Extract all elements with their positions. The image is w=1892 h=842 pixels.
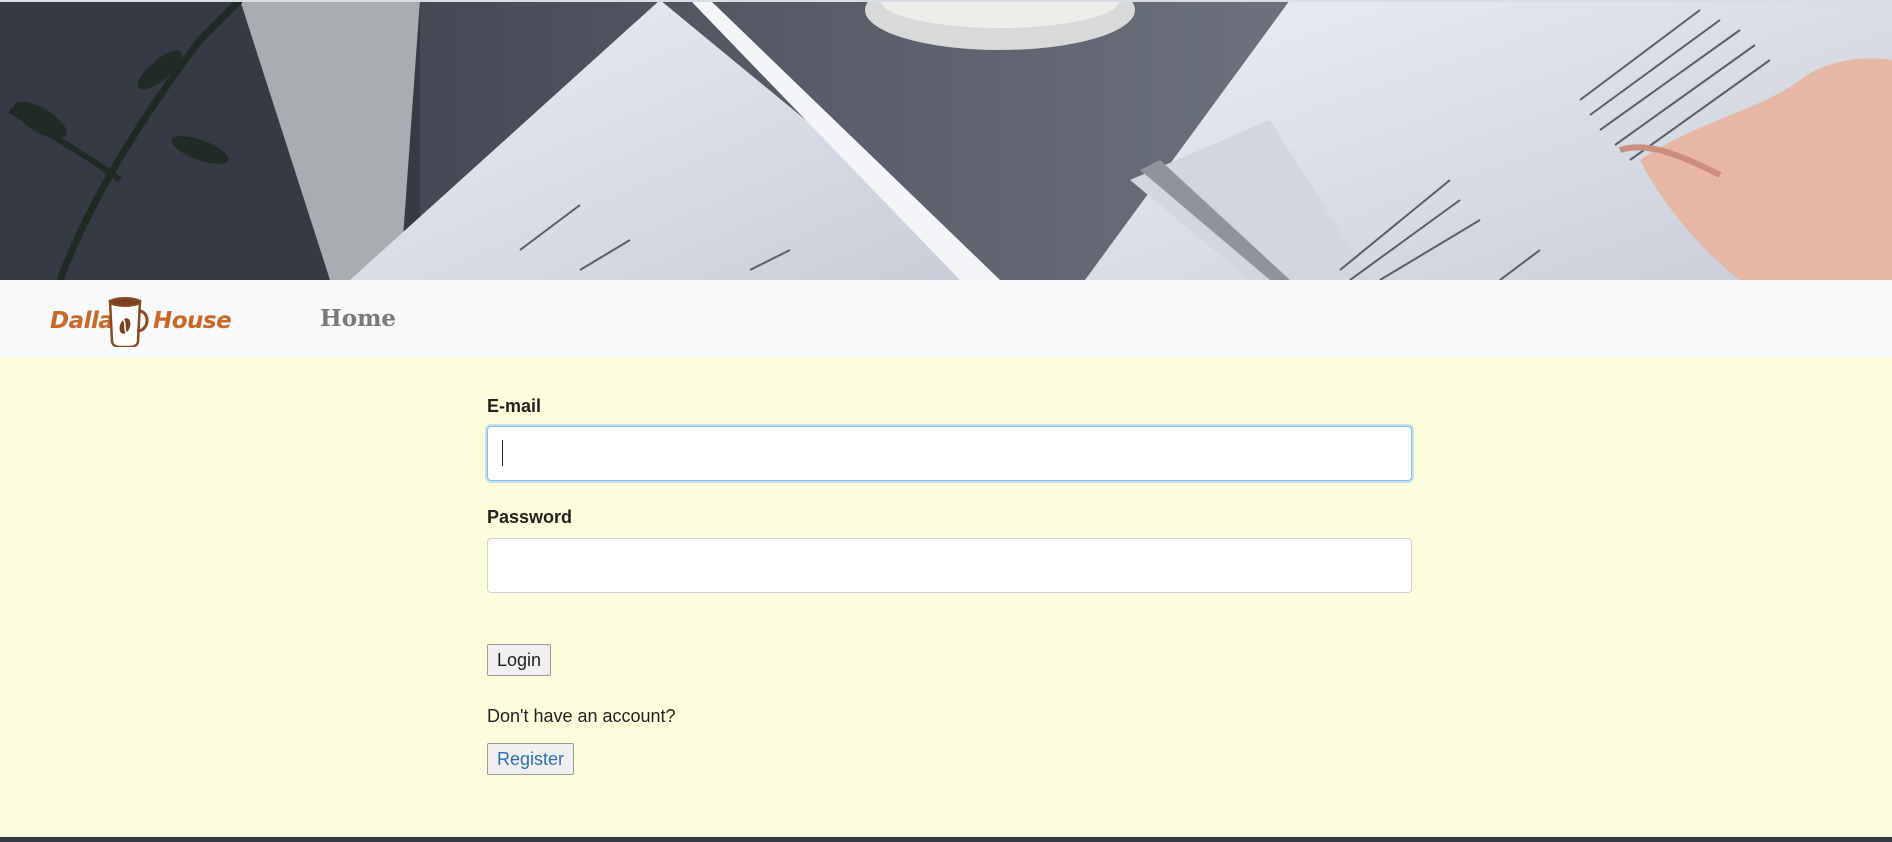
coffee-mug-icon — [108, 297, 149, 347]
brand-logo[interactable]: Dallas House — [48, 291, 232, 347]
login-page: E-mail Password Login Don't have an acco… — [0, 357, 1892, 837]
banner-top-border — [0, 0, 1892, 2]
password-input[interactable] — [487, 538, 1412, 593]
login-button[interactable]: Login — [487, 644, 552, 676]
no-account-text: Don't have an account? — [487, 706, 676, 726]
register-button[interactable]: Register — [487, 743, 575, 775]
header-banner-image — [0, 0, 1892, 280]
password-label: Password — [487, 507, 573, 527]
email-label: E-mail — [487, 396, 542, 416]
email-input[interactable] — [487, 426, 1412, 481]
banner-books-photo — [0, 0, 1892, 280]
footer-bar — [0, 837, 1892, 842]
text-cursor — [502, 440, 503, 466]
nav-link-home[interactable]: Home — [320, 305, 396, 332]
navbar: Dallas House Home — [0, 280, 1892, 357]
brand-name-right: House — [153, 308, 232, 334]
